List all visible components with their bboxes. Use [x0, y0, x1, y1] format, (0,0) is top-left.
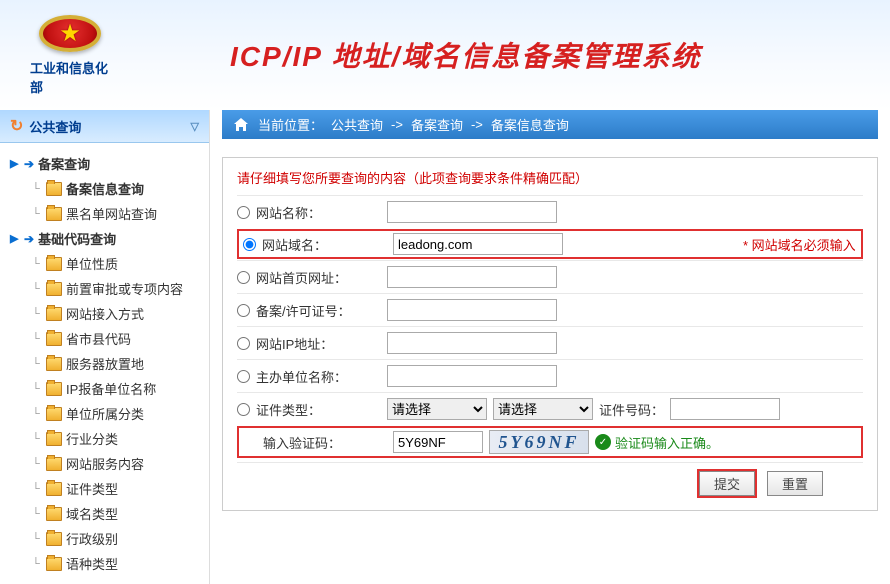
tree-item-access-type[interactable]: └网站接入方式	[10, 301, 205, 326]
sidebar-header[interactable]: ↻ 公共查询 ▽	[0, 110, 209, 143]
folder-icon	[46, 207, 62, 221]
radio-cert[interactable]	[237, 403, 250, 416]
tree-item-cert-type[interactable]: └证件类型	[10, 476, 205, 501]
tree-item-service-content[interactable]: └网站服务内容	[10, 451, 205, 476]
captcha-valid-message: ✓ 验证码输入正确。	[595, 433, 719, 452]
folder-icon	[46, 482, 62, 496]
arrow-right-icon: ➔	[24, 157, 34, 171]
captcha-image[interactable]: 5Y69NF	[489, 430, 589, 454]
folder-icon	[46, 332, 62, 346]
input-license[interactable]	[387, 299, 557, 321]
row-cert: 证件类型： 请选择 请选择 证件号码：	[237, 392, 863, 425]
sidebar-tree: ▶ ➔ 备案查询 └ 备案信息查询 └ 黑名单网站查询 ▶ ➔ 基础代码查询 └…	[0, 143, 209, 584]
radio-domain[interactable]	[243, 238, 256, 251]
row-captcha: 输入验证码： 5Y69NF ✓ 验证码输入正确。	[237, 426, 863, 458]
folder-icon	[46, 557, 62, 571]
form-hint: 请仔细填写您所要查询的内容（此项查询要求条件精确匹配）	[237, 168, 863, 187]
tree-group-codes[interactable]: ▶ ➔ 基础代码查询	[10, 226, 205, 251]
folder-icon	[46, 407, 62, 421]
tree-item-language[interactable]: └语种类型	[10, 551, 205, 576]
sidebar: ↻ 公共查询 ▽ ▶ ➔ 备案查询 └ 备案信息查询 └ 黑名单网站查询 ▶	[0, 110, 210, 584]
folder-icon	[46, 307, 62, 321]
input-ip[interactable]	[387, 332, 557, 354]
system-title: ICP/IP 地址/域名信息备案管理系统	[230, 35, 701, 75]
national-emblem: ★ 工业和信息化部	[30, 15, 110, 95]
select-cert-type-2[interactable]: 请选择	[493, 398, 593, 420]
tree-group-beian[interactable]: ▶ ➔ 备案查询	[10, 151, 205, 176]
arrow-right-icon: ➔	[24, 232, 34, 246]
tree-item-domain-type[interactable]: └域名类型	[10, 501, 205, 526]
breadcrumb-part-1[interactable]: 公共查询	[331, 115, 383, 134]
tree-item-unit-nature[interactable]: └单位性质	[10, 251, 205, 276]
row-ip: 网站IP地址：	[237, 326, 863, 359]
row-site-name: 网站名称：	[237, 195, 863, 228]
chevron-down-icon[interactable]: ▽	[191, 120, 199, 133]
input-domain[interactable]	[393, 233, 563, 255]
tree-branch-icon: └	[32, 183, 46, 195]
query-form: 请仔细填写您所要查询的内容（此项查询要求条件精确匹配） 网站名称： 网站域名： …	[222, 157, 878, 511]
folder-icon	[46, 457, 62, 471]
tree-item-server-loc[interactable]: └服务器放置地	[10, 351, 205, 376]
page-header: ★ 工业和信息化部 ICP/IP 地址/域名信息备案管理系统	[0, 0, 890, 110]
input-cert-no[interactable]	[670, 398, 780, 420]
select-cert-type-1[interactable]: 请选择	[387, 398, 487, 420]
radio-license[interactable]	[237, 304, 250, 317]
tree-item-unit-category[interactable]: └单位所属分类	[10, 401, 205, 426]
folder-icon	[46, 282, 62, 296]
cert-no-label: 证件号码：	[599, 400, 664, 419]
tree-item-beian-info[interactable]: └ 备案信息查询	[10, 176, 205, 201]
home-icon[interactable]	[232, 117, 250, 133]
expand-icon: ▶	[10, 232, 24, 245]
folder-icon	[46, 182, 62, 196]
refresh-icon[interactable]: ↻	[10, 116, 23, 136]
folder-icon	[46, 382, 62, 396]
input-site-name[interactable]	[387, 201, 557, 223]
submit-button[interactable]: 提交	[699, 471, 755, 496]
tree-item-blacklist[interactable]: └ 黑名单网站查询	[10, 201, 205, 226]
folder-icon	[46, 507, 62, 521]
row-homepage: 网站首页网址：	[237, 260, 863, 293]
row-license: 备案/许可证号：	[237, 293, 863, 326]
folder-icon	[46, 432, 62, 446]
emblem-star-icon: ★	[59, 19, 81, 48]
row-domain: 网站域名： * 网站域名必须输入	[237, 229, 863, 259]
sidebar-heading: 公共查询	[29, 117, 81, 136]
tree-item-industry[interactable]: └行业分类	[10, 426, 205, 451]
breadcrumb-prefix: 当前位置：	[258, 115, 323, 134]
input-captcha[interactable]	[393, 431, 483, 453]
row-sponsor: 主办单位名称：	[237, 359, 863, 392]
domain-required-hint: * 网站域名必须输入	[743, 235, 856, 254]
folder-icon	[46, 357, 62, 371]
ministry-name: 工业和信息化部	[30, 58, 110, 96]
reset-button[interactable]: 重置	[767, 471, 823, 496]
radio-sponsor[interactable]	[237, 370, 250, 383]
breadcrumb: 当前位置： 公共查询 -> 备案查询 -> 备案信息查询	[222, 110, 878, 139]
tree-item-preapproval[interactable]: └前置审批或专项内容	[10, 276, 205, 301]
radio-site-name[interactable]	[237, 206, 250, 219]
tree-item-ip-report-unit[interactable]: └IP报备单位名称	[10, 376, 205, 401]
folder-icon	[46, 532, 62, 546]
check-icon: ✓	[595, 434, 611, 450]
input-sponsor[interactable]	[387, 365, 557, 387]
folder-icon	[46, 257, 62, 271]
tree-item-admin-level[interactable]: └行政级别	[10, 526, 205, 551]
button-row: 提交 重置	[237, 462, 863, 496]
tree-item-region-code[interactable]: └省市县代码	[10, 326, 205, 351]
radio-homepage[interactable]	[237, 271, 250, 284]
expand-icon: ▶	[10, 157, 24, 170]
input-homepage[interactable]	[387, 266, 557, 288]
breadcrumb-part-2[interactable]: 备案查询	[411, 115, 463, 134]
radio-ip[interactable]	[237, 337, 250, 350]
tree-branch-icon: └	[32, 208, 46, 220]
main-panel: 当前位置： 公共查询 -> 备案查询 -> 备案信息查询 请仔细填写您所要查询的…	[210, 110, 890, 584]
breadcrumb-part-3[interactable]: 备案信息查询	[491, 115, 569, 134]
